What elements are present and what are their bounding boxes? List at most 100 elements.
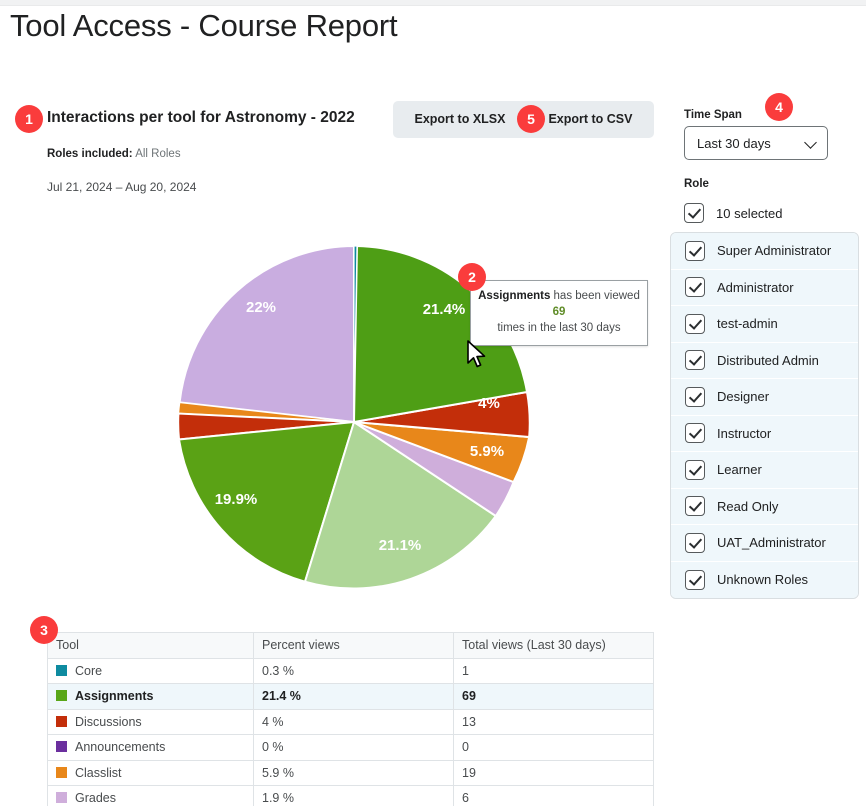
pie-label-content: 21.1% xyxy=(379,537,422,554)
annotation-badge-5: 5 xyxy=(517,105,545,133)
table-row[interactable]: Classlist 5.9 % 19 xyxy=(47,759,654,786)
tooltip-tool-name: Assignments xyxy=(478,290,551,302)
role-item-label: Read Only xyxy=(717,498,779,514)
roles-included-label: Roles included: xyxy=(47,148,133,160)
tool-color-swatch xyxy=(56,664,67,676)
table-row[interactable]: Core 0.3 % 1 xyxy=(47,657,654,684)
role-list-item[interactable]: Learner xyxy=(671,452,858,489)
role-select-all-checkbox[interactable]: 10 selected xyxy=(684,199,844,227)
table-cell-total: 69 xyxy=(453,683,654,710)
tooltip-middle-text: has been viewed xyxy=(550,290,640,302)
tool-table: Tool Percent views Total views (Last 30 … xyxy=(47,632,654,806)
export-xlsx-button[interactable]: Export to XLSX xyxy=(393,101,527,138)
tool-name: Discussions xyxy=(75,714,142,729)
checkbox-checked-icon xyxy=(685,350,705,371)
role-item-label: Administrator xyxy=(717,279,794,295)
tool-name: Assignments xyxy=(75,689,154,704)
table-row[interactable]: Discussions 4 % 13 xyxy=(47,708,654,735)
pie-label-quizzes: 19.9% xyxy=(215,491,258,508)
report-title: Interactions per tool for Astronomy - 20… xyxy=(47,109,355,126)
role-list-item[interactable]: Instructor xyxy=(671,415,858,452)
table-cell-tool: Discussions xyxy=(47,708,254,735)
tool-color-swatch xyxy=(56,741,67,753)
role-item-label: UAT_Administrator xyxy=(717,535,826,551)
table-cell-tool: Core xyxy=(47,657,254,684)
role-item-label: Super Administrator xyxy=(717,243,832,259)
role-list: Super Administrator Administrator test-adm… xyxy=(670,232,859,599)
table-body: Core 0.3 % 1 Assignments 21.4 % 69 Discussions… xyxy=(47,657,654,806)
checkbox-checked-icon xyxy=(685,240,705,261)
checkbox-checked-icon xyxy=(685,569,705,590)
tool-color-swatch xyxy=(56,792,67,804)
pie-label-announcements: 22% xyxy=(246,299,276,316)
export-csv-button[interactable]: Export to CSV xyxy=(527,101,654,138)
time-span-select[interactable]: Last 30 days xyxy=(684,126,828,160)
time-span-label: Time Span xyxy=(684,109,742,121)
tooltip-suffix: times in the last 30 days xyxy=(497,322,621,334)
checkbox-checked-icon xyxy=(685,277,705,298)
page-title: Tool Access - Course Report xyxy=(10,8,398,43)
table-header-row: Tool Percent views Total views (Last 30 … xyxy=(47,632,654,659)
checkbox-checked-icon xyxy=(684,203,704,223)
tool-name: Announcements xyxy=(75,740,166,755)
tool-color-swatch xyxy=(56,690,67,702)
role-list-item[interactable]: Distributed Admin xyxy=(671,342,858,379)
table-cell-tool: Grades xyxy=(47,785,254,806)
tool-name: Classlist xyxy=(75,765,122,780)
role-list-item[interactable]: Super Administrator xyxy=(671,233,858,270)
role-item-label: Learner xyxy=(717,462,762,478)
table-row[interactable]: Announcements 0 % 0 xyxy=(47,734,654,761)
table-head: Tool Percent views Total views (Last 30 … xyxy=(47,632,654,659)
table-cell-percent: 1.9 % xyxy=(253,785,454,806)
table-cell-tool: Classlist xyxy=(47,759,254,786)
chevron-down-icon xyxy=(805,137,817,149)
role-label: Role xyxy=(684,178,709,190)
table-cell-percent: 21.4 % xyxy=(253,683,454,710)
annotation-badge-3: 3 xyxy=(30,616,58,644)
role-item-label: Unknown Roles xyxy=(717,572,809,588)
table-cell-percent: 4 % xyxy=(253,708,454,735)
time-span-value: Last 30 days xyxy=(697,135,771,151)
tool-color-swatch xyxy=(56,766,67,778)
table-cell-total: 6 xyxy=(453,785,654,806)
tool-color-swatch xyxy=(56,715,67,727)
roles-included-value: All Roles xyxy=(135,148,181,160)
role-selected-count: 10 selected xyxy=(716,205,783,221)
table-cell-percent: 0 % xyxy=(253,734,454,761)
pie-slice-announcements[interactable] xyxy=(178,244,355,424)
table-header-percent-views[interactable]: Percent views xyxy=(253,632,454,659)
top-strip xyxy=(0,0,866,6)
table-cell-percent: 5.9 % xyxy=(253,759,454,786)
role-list-item[interactable]: Designer xyxy=(671,379,858,416)
role-list-item[interactable]: Unknown Roles xyxy=(671,561,858,598)
table-cell-total: 13 xyxy=(453,708,654,735)
pie-label-discussions: 4% xyxy=(478,395,500,412)
mouse-pointer-icon xyxy=(467,340,486,368)
date-range: Jul 21, 2024 – Aug 20, 2024 xyxy=(47,180,197,194)
role-list-item[interactable]: Read Only xyxy=(671,488,858,525)
checkbox-checked-icon xyxy=(685,423,705,444)
tooltip-count: 69 xyxy=(552,306,566,318)
table-header-total-views[interactable]: Total views (Last 30 days) xyxy=(453,632,654,659)
checkbox-checked-icon xyxy=(685,532,705,553)
annotation-badge-1: 1 xyxy=(15,105,43,133)
table-cell-percent: 0.3 % xyxy=(253,657,454,684)
role-list-item[interactable]: UAT_Administrator xyxy=(671,525,858,562)
report-page: Tool Access - Course Report Interactions… xyxy=(0,0,866,806)
table-row[interactable]: Assignments 21.4 % 69 xyxy=(47,683,654,710)
table-cell-tool: Announcements xyxy=(47,734,254,761)
checkbox-checked-icon xyxy=(685,459,705,480)
table-cell-total: 19 xyxy=(453,759,654,786)
role-item-label: Designer xyxy=(717,389,770,405)
checkbox-checked-icon xyxy=(685,386,705,407)
roles-included: Roles included: All Roles xyxy=(47,148,181,160)
role-item-label: test-admin xyxy=(717,316,778,332)
table-cell-total: 0 xyxy=(453,734,654,761)
table-header-tool[interactable]: Tool xyxy=(47,632,254,659)
role-list-item[interactable]: Administrator xyxy=(671,269,858,306)
table-cell-tool: Assignments xyxy=(47,683,254,710)
annotation-badge-4: 4 xyxy=(765,93,793,121)
table-row[interactable]: Grades 1.9 % 6 xyxy=(47,785,654,806)
chart-tooltip: Assignments has been viewed 69 times in … xyxy=(470,280,648,346)
role-list-item[interactable]: test-admin xyxy=(671,306,858,343)
